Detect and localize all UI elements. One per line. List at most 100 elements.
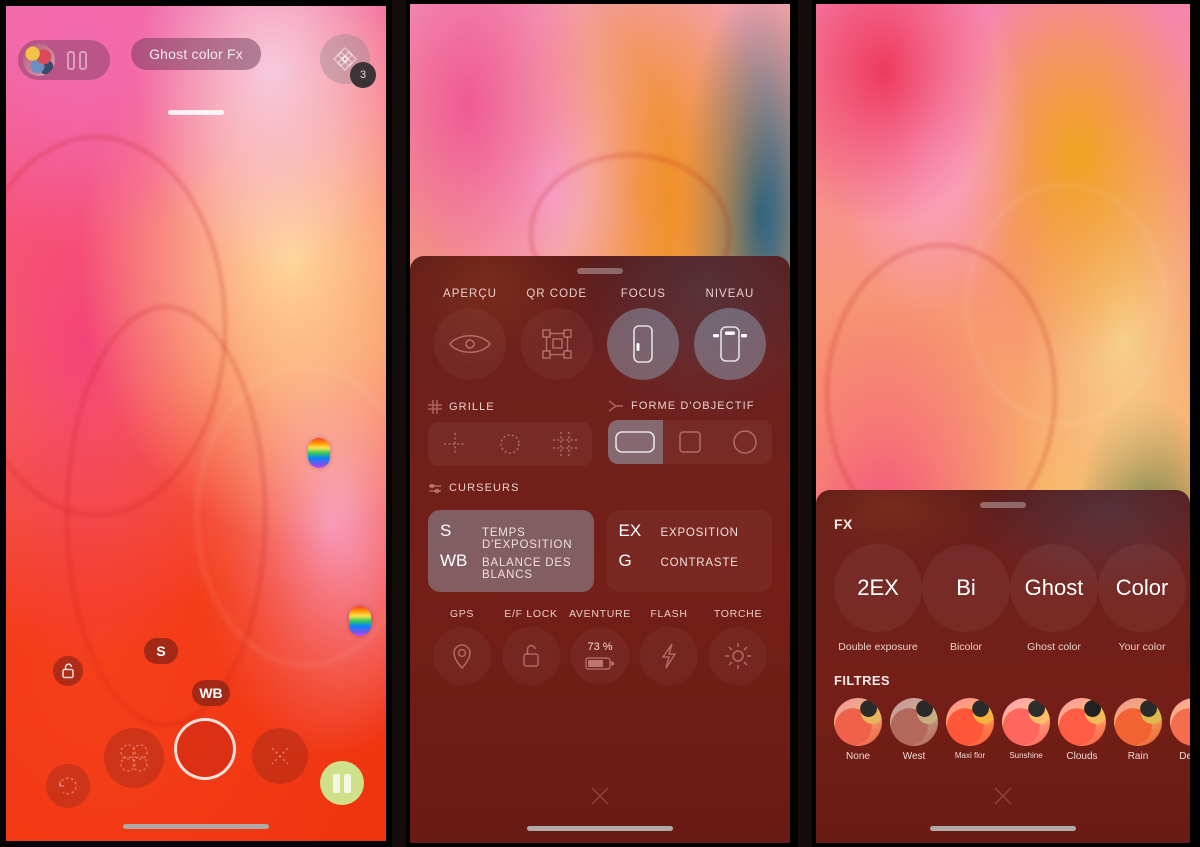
tile-label: E/F LOCK (504, 608, 558, 620)
battery-icon (585, 657, 614, 670)
zoom-indicator[interactable] (168, 110, 224, 115)
lens-section: FORME D'OBJECTIF (608, 400, 772, 466)
grid-option-thirds[interactable] (537, 422, 592, 466)
slider-label: CONTRASTE (660, 557, 739, 569)
close-icon (994, 787, 1012, 805)
grid-layout-button[interactable] (104, 728, 164, 788)
shutter-button[interactable] (174, 718, 236, 780)
pause-recording-button[interactable] (320, 761, 364, 805)
lock-open-icon (523, 644, 539, 667)
fx-item-double-exposure[interactable]: 2EX Double exposure (834, 544, 922, 653)
slider-row-exposure[interactable]: EX EXPOSITION (619, 521, 761, 551)
filter-item-rain[interactable]: Rain (1114, 698, 1162, 762)
fx-badge-label: Bi (956, 575, 976, 600)
filter-name: Rain (1127, 751, 1149, 762)
filter-swatch (1170, 698, 1190, 746)
filter-name: Sunshine (1009, 751, 1043, 760)
location-pin-icon (453, 644, 471, 670)
slider-row-wb[interactable]: WB BALANCE DES BLANCS (440, 551, 582, 581)
tile-aventure[interactable]: AVENTURE 73 % (566, 608, 634, 685)
tile-ef-lock[interactable]: E/F LOCK (497, 608, 565, 685)
camera-viewfinder[interactable]: Ghost color Fx 3 S WB (6, 6, 386, 841)
tile-torche[interactable]: TORCHE (704, 608, 772, 685)
filter-name: Desert (1179, 751, 1190, 762)
grid-option-circle[interactable] (483, 422, 538, 466)
grid-section-head: GRILLE (428, 400, 592, 414)
tile-flash[interactable]: FLASH (635, 608, 703, 685)
lens-option-wide[interactable] (608, 420, 663, 464)
tile-icon-wrap: 73 % (571, 627, 629, 685)
grid-thirds-icon (552, 432, 577, 456)
tile-icon-wrap (640, 627, 698, 685)
grid-section-title: GRILLE (449, 401, 495, 413)
tile-icon-wrap (434, 308, 506, 380)
tile-focus[interactable]: FOCUS (601, 288, 685, 380)
grid-options (428, 422, 592, 466)
slider-key: G (618, 551, 632, 570)
mode-label-pill[interactable]: Ghost color Fx (131, 38, 261, 70)
phone-panel-settings: APERÇU QR CODE FOCUS NIVEAU GRILLE FORME… (406, 0, 798, 847)
tile-icon-wrap (607, 308, 680, 380)
level-phone-icon (712, 326, 747, 362)
filter-item-west[interactable]: West (890, 698, 938, 762)
slider-group-right[interactable]: EX EXPOSITION G CONTRASTE (606, 510, 772, 592)
filters-section-title: FILTRES (834, 673, 890, 688)
tile-label: GPS (449, 608, 475, 620)
tile-label: FLASH (650, 608, 688, 620)
fx-item-bicolor[interactable]: Bi Bicolor (922, 544, 1010, 653)
tile-icon-wrap (709, 627, 767, 685)
close-sheet-button[interactable] (990, 783, 1016, 809)
lens-circle-icon (732, 430, 757, 454)
slider-group-left[interactable]: S TEMPS D'EXPOSITION WB BALANCE DES BLAN… (428, 510, 594, 592)
fx-badge-label: 2EX (857, 575, 899, 600)
filter-item-maxi-flor[interactable]: Maxi flor (946, 698, 994, 762)
filter-item-none[interactable]: None (834, 698, 882, 762)
grid-small-icon (428, 400, 442, 414)
filter-name: Clouds (1066, 751, 1098, 762)
shutter-speed-label: S (156, 643, 166, 659)
lens-square-icon (679, 431, 701, 453)
fx-button[interactable]: 3 (320, 34, 376, 88)
tile-gps[interactable]: GPS (428, 608, 496, 685)
lens-option-circle[interactable] (717, 420, 772, 464)
tile-niveau[interactable]: NIVEAU (688, 288, 772, 380)
filter-swatch (890, 698, 938, 746)
sliders-section-title: CURSEURS (449, 482, 520, 494)
close-sheet-button[interactable] (587, 783, 613, 809)
slider-row-shutter[interactable]: S TEMPS D'EXPOSITION (440, 521, 582, 551)
undo-icon (59, 777, 77, 795)
exposure-lock-button[interactable] (53, 656, 83, 686)
tile-icon-wrap (502, 627, 560, 685)
slider-key: EX (618, 521, 642, 540)
fx-caption: Your color (1118, 641, 1166, 653)
rainbow-slider-handle-2[interactable] (349, 606, 371, 636)
white-balance-chip[interactable]: WB (192, 680, 230, 706)
grid-option-cross[interactable] (428, 422, 483, 466)
lens-option-square[interactable] (663, 420, 718, 464)
tile-label: TORCHE (713, 608, 763, 620)
lock-open-icon (62, 663, 74, 679)
filter-item-desert[interactable]: Desert (1170, 698, 1190, 762)
filter-item-clouds[interactable]: Clouds (1058, 698, 1106, 762)
shutter-speed-chip[interactable]: S (144, 638, 178, 664)
lens-wide-icon (615, 431, 656, 453)
ink-photo-background (6, 6, 386, 841)
fx-caption: Bicolor (949, 641, 983, 653)
gallery-button[interactable] (18, 40, 110, 80)
close-button[interactable] (252, 728, 308, 784)
tile-qr-code[interactable]: QR CODE (515, 288, 599, 380)
tile-apercu[interactable]: APERÇU (428, 288, 512, 380)
tile-label: NIVEAU (705, 288, 755, 300)
rainbow-slider-handle-1[interactable] (308, 438, 330, 468)
fx-item-ghost-color[interactable]: Ghost Ghost color (1010, 544, 1098, 653)
lens-shape-icon (608, 400, 623, 412)
fx-screen: FX 2EX Double exposure Bi Bicolor Ghost … (816, 4, 1190, 843)
fx-badge: Color (1098, 544, 1186, 632)
fx-caption: Double exposure (838, 641, 918, 653)
fx-item-your-color[interactable]: Color Your color (1098, 544, 1186, 653)
home-indicator (930, 826, 1076, 831)
slider-row-contrast[interactable]: G CONTRASTE (619, 551, 761, 581)
filter-item-sunshine[interactable]: Sunshine (1002, 698, 1050, 762)
fx-count-badge: 3 (350, 62, 376, 88)
undo-button[interactable] (46, 764, 90, 808)
